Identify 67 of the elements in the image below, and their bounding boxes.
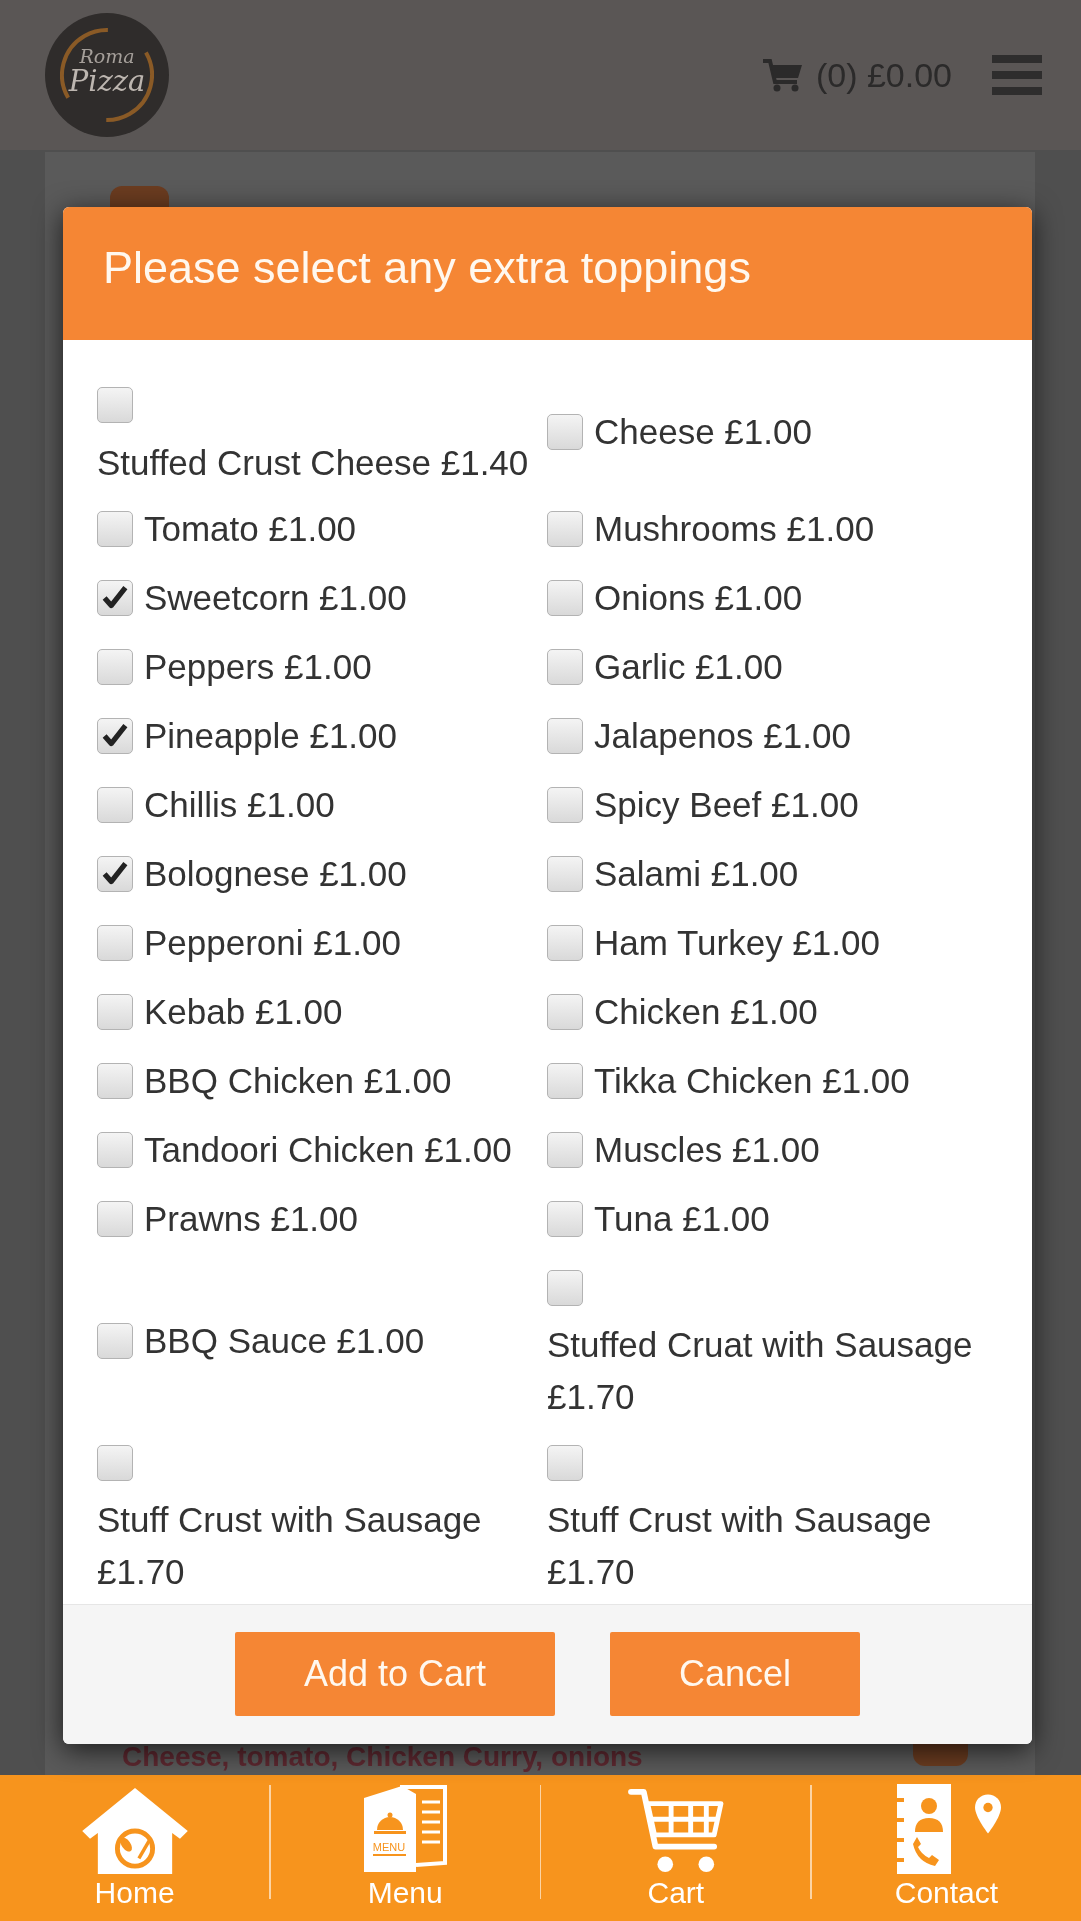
topping-option[interactable]: Garlic £1.00 (547, 632, 1010, 702)
topping-checkbox[interactable] (97, 1445, 133, 1482)
topping-option[interactable]: Tikka Chicken £1.00 (547, 1046, 1010, 1116)
topping-checkbox[interactable] (547, 1201, 583, 1238)
topping-checkbox[interactable] (547, 1270, 583, 1307)
topping-checkbox[interactable] (547, 580, 583, 617)
topping-option[interactable]: Stuffed Crust Cheese £1.40 (97, 370, 547, 495)
topping-checkbox[interactable] (547, 511, 583, 548)
topping-checkbox[interactable] (97, 511, 133, 548)
topping-checkbox[interactable] (547, 856, 583, 893)
topping-option[interactable]: Bolognese £1.00 (97, 839, 547, 909)
logo-text: Pizza (68, 65, 146, 98)
logo-badge[interactable]: Roma Pizza (45, 13, 169, 137)
topping-option[interactable]: Salami £1.00 (547, 839, 1010, 909)
topping-option[interactable]: Peppers £1.00 (97, 632, 547, 702)
topping-checkbox[interactable] (97, 1201, 133, 1238)
ring-icon (60, 28, 154, 122)
topping-option[interactable]: Stuff Crust with Sausage £1.70 (97, 1428, 547, 1604)
topping-option[interactable]: Kebab £1.00 (97, 977, 547, 1047)
topping-option[interactable]: Jalapenos £1.00 (547, 701, 1010, 771)
topping-checkbox[interactable] (547, 787, 583, 824)
topping-checkbox[interactable] (547, 1063, 583, 1100)
topping-checkbox[interactable] (97, 1323, 133, 1360)
topping-option[interactable]: Cheese £1.00 (547, 397, 1010, 467)
menu-icon[interactable] (992, 55, 1042, 95)
topping-checkbox[interactable] (97, 649, 133, 686)
topping-option[interactable]: Prawns £1.00 (97, 1184, 547, 1254)
topping-checkbox[interactable] (97, 1063, 133, 1100)
topping-checkbox[interactable] (547, 718, 583, 755)
button-edge (110, 186, 169, 207)
topping-option[interactable]: Muscles £1.00 (547, 1115, 1010, 1185)
topping-option[interactable]: Chicken £1.00 (547, 977, 1010, 1047)
topping-option[interactable]: Onions £1.00 (547, 563, 1010, 633)
topping-checkbox[interactable] (97, 925, 133, 962)
topping-option[interactable]: Chillis £1.00 (97, 770, 547, 840)
topping-option[interactable]: Tomato £1.00 (97, 494, 547, 564)
topping-checkbox[interactable] (97, 1132, 133, 1169)
shopping-cart-icon (626, 1786, 725, 1874)
topping-checkbox[interactable] (97, 856, 133, 893)
topping-checkbox[interactable] (97, 994, 133, 1031)
topping-option[interactable]: Sweetcorn £1.00 (97, 563, 547, 633)
topping-checkbox[interactable] (97, 718, 133, 755)
topping-option[interactable]: Tuna £1.00 (547, 1184, 1010, 1254)
dialog-title: Please select any extra toppings (103, 242, 751, 293)
topping-checkbox[interactable] (547, 925, 583, 962)
topping-checkbox[interactable] (547, 414, 583, 451)
topping-checkbox[interactable] (547, 1132, 583, 1169)
topping-option[interactable]: Pepperoni £1.00 (97, 908, 547, 978)
topping-checkbox[interactable] (547, 649, 583, 686)
topping-option[interactable]: Ham Turkey £1.00 (547, 908, 1010, 978)
topping-option[interactable]: Tandoori Chicken £1.00 (97, 1115, 547, 1185)
topping-checkbox[interactable] (97, 580, 133, 617)
topping-option[interactable]: Pineapple £1.00 (97, 701, 547, 771)
map-pin-icon (975, 1794, 1002, 1834)
topping-checkbox[interactable] (547, 994, 583, 1031)
topping-option[interactable]: Stuffed Cruat with Sausage £1.70 (547, 1253, 1010, 1429)
topping-checkbox[interactable] (547, 1445, 583, 1482)
topping-checkbox[interactable] (97, 386, 133, 423)
topping-option[interactable]: Stuff Crust with Sausage £1.70 (547, 1428, 1010, 1604)
cart-icon (761, 58, 802, 92)
topping-checkbox[interactable] (97, 787, 133, 824)
topping-option[interactable]: Spicy Beef £1.00 (547, 770, 1010, 840)
topping-option[interactable]: BBQ Sauce £1.00 (97, 1306, 547, 1376)
logo-text: Roma (79, 46, 135, 66)
topping-option[interactable]: BBQ Chicken £1.00 (97, 1046, 547, 1116)
topping-option[interactable]: Mushrooms £1.00 (547, 494, 1010, 564)
button-edge (913, 1742, 968, 1766)
